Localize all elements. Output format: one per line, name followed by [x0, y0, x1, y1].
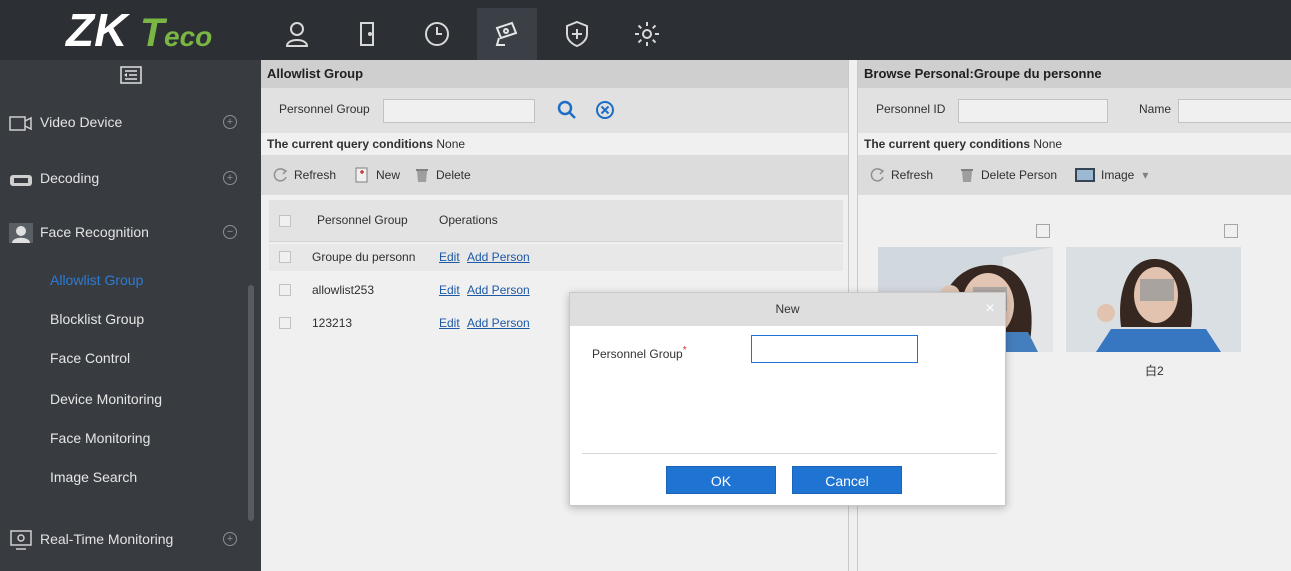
shield-icon[interactable]: [547, 8, 607, 60]
sidebar-collapse-button[interactable]: [0, 60, 261, 90]
gear-icon[interactable]: [617, 8, 677, 60]
person-icon[interactable]: [267, 8, 327, 60]
expand-icon[interactable]: +: [223, 532, 237, 546]
sidebar-item-face-control[interactable]: Face Control: [50, 339, 130, 377]
face-recognition-icon: [9, 223, 33, 243]
dialog-header: New: [570, 293, 1005, 326]
sidebar-section-video-device[interactable]: Video Device +: [0, 102, 248, 142]
divider: [582, 453, 997, 454]
top-bar: ZK T eco: [0, 0, 1291, 60]
clock-icon[interactable]: [407, 8, 467, 60]
new-group-dialog: New × Personnel Group* OK Cancel: [569, 292, 1006, 506]
personnel-group-field[interactable]: [751, 335, 918, 363]
menu-collapse-icon: [119, 66, 142, 84]
sidebar-section-real-time-monitoring[interactable]: Real-Time Monitoring +: [0, 519, 248, 559]
svg-text:ZK: ZK: [64, 4, 130, 56]
expand-icon[interactable]: +: [223, 115, 237, 129]
expand-icon[interactable]: +: [223, 171, 237, 185]
sidebar-item-device-monitoring[interactable]: Device Monitoring: [50, 380, 162, 418]
close-icon[interactable]: ×: [982, 301, 998, 317]
monitor-icon: [10, 530, 32, 550]
svg-text:eco: eco: [164, 21, 212, 52]
sidebar-section-label: Video Device: [40, 114, 123, 130]
sidebar-item-blocklist-group[interactable]: Blocklist Group: [50, 300, 144, 338]
required-marker: *: [682, 345, 687, 356]
sidebar-section-face-recognition[interactable]: Face Recognition −: [0, 212, 248, 252]
cancel-button[interactable]: Cancel: [792, 466, 902, 494]
zkteco-logo: ZK T eco: [64, 4, 212, 56]
field-label: Personnel Group*: [592, 345, 687, 361]
sidebar-scrollbar[interactable]: [248, 285, 254, 521]
sidebar-item-allowlist-group[interactable]: Allowlist Group: [50, 261, 143, 299]
sidebar-item-image-search[interactable]: Image Search: [50, 458, 137, 496]
camera-icon[interactable]: [477, 8, 537, 60]
collapse-icon[interactable]: −: [223, 225, 237, 239]
door-icon[interactable]: [337, 8, 397, 60]
decoding-icon: [10, 175, 32, 186]
sidebar: Video Device + Decoding + Face Recogniti…: [0, 60, 261, 571]
sidebar-item-face-monitoring[interactable]: Face Monitoring: [50, 419, 150, 457]
dialog-title: New: [775, 302, 800, 316]
sidebar-section-label: Decoding: [40, 170, 100, 186]
sidebar-section-label: Real-Time Monitoring: [40, 531, 174, 547]
ok-button[interactable]: OK: [666, 466, 776, 494]
video-device-icon: [9, 116, 32, 131]
sidebar-section-label: Face Recognition: [40, 224, 149, 240]
sidebar-section-decoding[interactable]: Decoding +: [0, 158, 248, 198]
